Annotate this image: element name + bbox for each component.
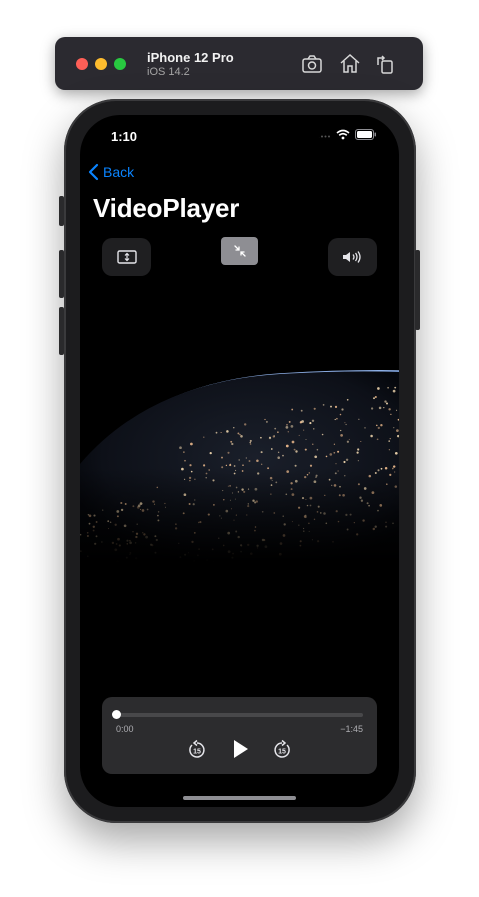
skip-forward-15-icon: 15 [274, 739, 290, 758]
simulator-device-name: iPhone 12 Pro [147, 50, 234, 65]
earth-night-video-image [80, 352, 399, 562]
volume-button[interactable] [328, 238, 377, 276]
video-frame[interactable] [80, 352, 399, 562]
pip-collapse-icon [233, 245, 246, 257]
pip-collapse-button[interactable] [221, 237, 258, 265]
back-button[interactable]: Back [87, 163, 134, 181]
minimize-window-button[interactable] [95, 58, 107, 70]
page-title: VideoPlayer [93, 193, 240, 223]
device-screen: 1:10 Back VideoPlayer 0:00 −1:45 15 15 [80, 115, 399, 807]
transport-controls: 0:00 −1:45 15 15 [102, 697, 377, 774]
play-button[interactable] [228, 737, 252, 761]
aspect-ratio-button[interactable] [102, 238, 151, 276]
scrubber-knob[interactable] [112, 710, 121, 719]
aspect-ratio-icon [116, 250, 137, 264]
battery-icon [355, 129, 376, 140]
status-time: 1:10 [111, 129, 138, 144]
scrubber-track[interactable] [112, 710, 363, 719]
wifi-icon [336, 129, 350, 140]
elapsed-time: 0:00 [116, 724, 134, 734]
close-window-button[interactable] [76, 58, 88, 70]
back-button-label: Back [103, 164, 135, 180]
volume-up-hardware [59, 250, 64, 298]
skip-forward-label: 15 [278, 749, 286, 756]
simulator-os-version: iOS 14.2 [147, 66, 190, 78]
ring-switch [59, 196, 64, 226]
home-icon[interactable] [338, 52, 362, 76]
play-icon [234, 740, 248, 758]
notch [154, 115, 325, 142]
volume-down-hardware [59, 307, 64, 355]
zoom-window-button[interactable] [114, 58, 126, 70]
remaining-time: −1:45 [340, 724, 363, 734]
side-power-button [415, 250, 420, 330]
speaker-volume-icon [342, 251, 361, 263]
rotate-icon[interactable] [373, 52, 397, 76]
status-icons [317, 129, 377, 140]
chevron-left-icon [88, 163, 99, 181]
skip-back-15-icon: 15 [189, 739, 205, 758]
simulator-stage: iPhone 12 Pro iOS 14.2 1:10 Back VideoPl… [0, 0, 479, 897]
home-indicator[interactable] [183, 796, 296, 800]
skip-back-button[interactable]: 15 [186, 739, 208, 761]
screenshot-icon[interactable] [300, 52, 324, 76]
simulator-title-bar: iPhone 12 Pro iOS 14.2 [55, 37, 423, 90]
skip-forward-button[interactable]: 15 [271, 739, 293, 761]
skip-back-label: 15 [193, 749, 201, 756]
